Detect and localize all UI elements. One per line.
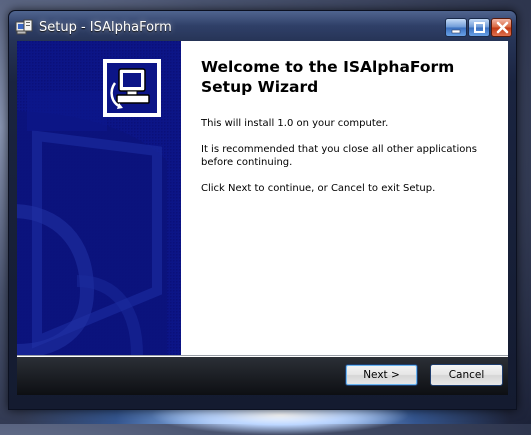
setup-logo (103, 59, 161, 117)
recommend-text: It is recommended that you close all oth… (201, 144, 477, 168)
maximize-button[interactable] (468, 18, 490, 37)
wizard-side-banner (17, 41, 181, 355)
install-text: This will install 1.0 on your computer. (201, 118, 389, 129)
window-title: Setup - ISAlphaForm (39, 20, 172, 35)
wizard-client-area: Welcome to the ISAlphaForm Setup Wizard … (17, 41, 508, 395)
maximize-icon (474, 22, 485, 33)
computer-install-icon (110, 68, 150, 109)
title-bar[interactable]: Setup - ISAlphaForm (9, 11, 516, 41)
setup-window: Setup - ISAlphaForm Welcome to the ISAlp… (8, 10, 517, 410)
minimize-button[interactable] (445, 18, 467, 37)
next-button[interactable]: Next > (345, 364, 418, 386)
instruction-text: Click Next to continue, or Cancel to exi… (201, 183, 436, 194)
close-icon (496, 21, 509, 34)
minimize-icon (451, 29, 461, 34)
close-button[interactable] (491, 18, 512, 37)
setup-app-icon[interactable] (15, 19, 33, 35)
wizard-content: Welcome to the ISAlphaForm Setup Wizard … (181, 41, 508, 355)
cancel-button[interactable]: Cancel (430, 364, 503, 386)
wizard-heading: Welcome to the ISAlphaForm Setup Wizard (201, 58, 455, 96)
